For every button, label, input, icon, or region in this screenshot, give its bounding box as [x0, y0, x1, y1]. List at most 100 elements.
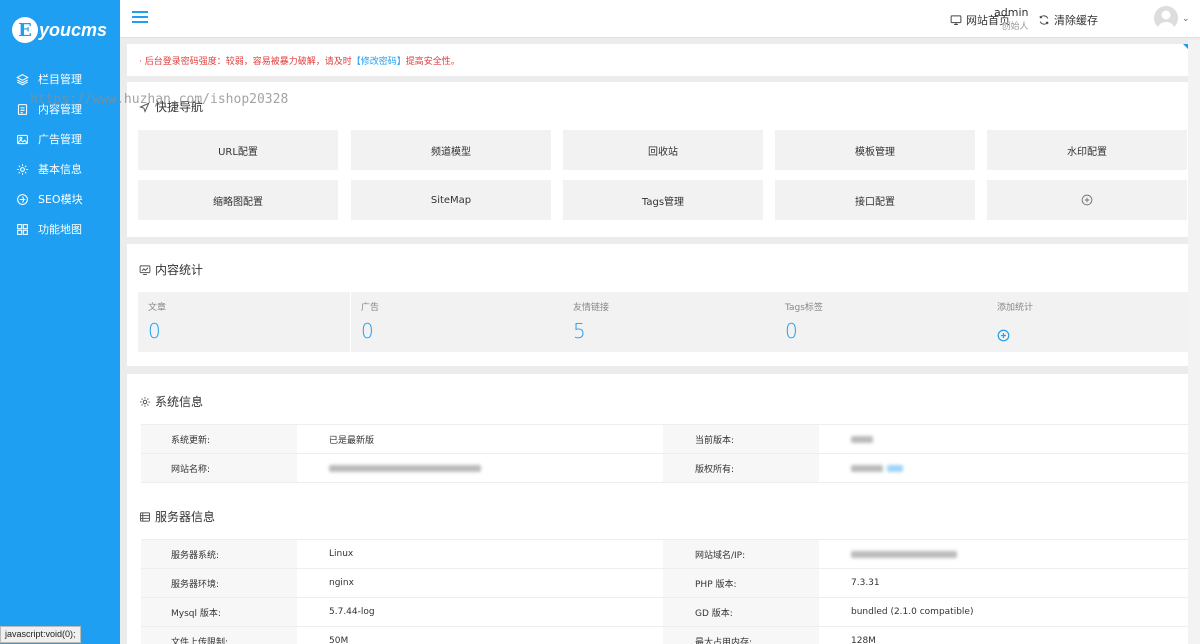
- quick-nav-title: 快捷导航: [139, 98, 203, 115]
- server-info-title: 服务器信息: [139, 508, 215, 525]
- quick-nav-item[interactable]: 模板管理: [775, 130, 975, 170]
- stat-value: 0: [148, 319, 161, 343]
- user-role: 创始人: [1001, 22, 1029, 32]
- table-value: [297, 454, 663, 482]
- plus-circle-icon: [1081, 194, 1093, 206]
- seo-icon: [17, 193, 28, 205]
- menu-toggle-icon[interactable]: [132, 11, 148, 25]
- table-value: [819, 540, 1191, 568]
- logo-mark: E: [12, 17, 38, 43]
- gear-icon: [17, 163, 28, 175]
- quick-nav-panel: 快捷导航 URL配置 频道模型 回收站 模板管理 水印配置 缩略图配置 Site…: [127, 82, 1197, 237]
- table-key: 服务器环境:: [141, 569, 297, 597]
- server-list-icon: [140, 511, 150, 522]
- table-key: 文件上传限制:: [141, 627, 297, 644]
- quick-nav-item[interactable]: URL配置: [138, 130, 338, 170]
- top-bar: 网站首页 清除缓存: [120, 0, 1200, 38]
- clear-cache-link[interactable]: 清除缓存: [1038, 12, 1098, 28]
- compass-icon: [139, 101, 150, 113]
- sidebar: E youcms 栏目管理 内容管理 广告管理 基本信息 SEO模块 功能地图: [0, 0, 120, 644]
- stat-card[interactable]: 广告 0: [351, 292, 563, 352]
- table-row: 网站名称: 版权所有:: [141, 454, 1191, 483]
- change-password-link[interactable]: 【修改密码】: [352, 54, 406, 67]
- table-row: 服务器环境: nginx PHP 版本: 7.3.31: [141, 569, 1191, 598]
- security-alert: · 后台登录密码强度：较弱，容易被暴力破解，请及时 【修改密码】 提高安全性。: [127, 44, 1197, 76]
- table-value: 7.3.31: [851, 578, 880, 588]
- scrollbar[interactable]: [1188, 40, 1200, 644]
- redacted-link[interactable]: [887, 464, 903, 472]
- content-stats-panel: 内容统计 文章 0 广告 0 友情链接 5 Tags标签 0 添加统计: [127, 244, 1199, 366]
- avatar[interactable]: [1154, 6, 1178, 30]
- table-key: 最大占用内存:: [663, 627, 819, 644]
- sidebar-nav: 栏目管理 内容管理 广告管理 基本信息 SEO模块 功能地图: [0, 64, 120, 244]
- section-title-text: 快捷导航: [155, 100, 204, 114]
- sidebar-item-columns[interactable]: 栏目管理: [0, 64, 120, 94]
- gear-icon: [140, 396, 150, 407]
- document-icon: [17, 103, 28, 115]
- chevron-down-icon[interactable]: ⌄: [1182, 14, 1190, 24]
- stat-card[interactable]: 友情链接 5: [563, 292, 775, 352]
- redacted-value: [329, 464, 481, 472]
- quick-nav-item[interactable]: 接口配置: [775, 180, 975, 220]
- table-value: [819, 454, 1191, 482]
- alert-suffix: 提高安全性。: [405, 56, 460, 67]
- sidebar-item-ads[interactable]: 广告管理: [0, 124, 120, 154]
- table-value: [819, 425, 1191, 453]
- table-key: 网站域名/IP:: [663, 540, 819, 568]
- table-value: nginx: [329, 578, 354, 588]
- image-icon: [17, 134, 28, 144]
- stat-label: Tags标签: [785, 303, 823, 313]
- table-key: 系统更新:: [141, 425, 297, 453]
- server-info-table: 服务器系统: Linux 网站域名/IP: 服务器环境: nginx PHP 版…: [141, 539, 1191, 644]
- table-key: PHP 版本:: [663, 569, 819, 597]
- redacted-value: [851, 464, 883, 472]
- table-value: Linux: [329, 549, 354, 559]
- grid-icon: [17, 223, 28, 235]
- refresh-icon: [1039, 15, 1049, 25]
- table-row: 文件上传限制: 50M 最大占用内存: 128M: [141, 627, 1191, 644]
- stat-value: 0: [361, 319, 374, 343]
- table-key: 当前版本:: [663, 425, 819, 453]
- stat-label: 广告: [361, 303, 380, 313]
- stat-card[interactable]: 文章 0: [138, 292, 350, 352]
- table-value: bundled (2.1.0 compatible): [851, 607, 974, 617]
- sidebar-item-label: 栏目管理: [38, 73, 82, 86]
- quick-nav-item[interactable]: 缩略图配置: [138, 180, 338, 220]
- table-key: 版权所有:: [663, 454, 819, 482]
- quick-nav-item[interactable]: 频道模型: [351, 130, 551, 170]
- sidebar-item-basic-info[interactable]: 基本信息: [0, 154, 120, 184]
- sidebar-item-label: 内容管理: [38, 103, 82, 116]
- sidebar-item-content[interactable]: 内容管理: [0, 94, 120, 124]
- add-stat-card[interactable]: 添加统计: [987, 292, 1199, 352]
- sidebar-item-seo[interactable]: SEO模块: [0, 184, 120, 214]
- plus-circle-icon: [997, 327, 1189, 346]
- stat-value: 5: [573, 319, 586, 343]
- add-quick-nav-button[interactable]: [987, 180, 1187, 220]
- sidebar-item-function-map[interactable]: 功能地图: [0, 214, 120, 244]
- quick-nav-item[interactable]: 回收站: [563, 130, 763, 170]
- table-key: Mysql 版本:: [141, 598, 297, 626]
- redacted-value: [851, 550, 957, 558]
- stat-card[interactable]: Tags标签 0: [775, 292, 987, 352]
- system-info-table: 系统更新: 已是最新版 当前版本: 网站名称: 版权所有:: [141, 424, 1191, 483]
- system-info-title: 系统信息: [139, 393, 203, 410]
- table-key: GD 版本:: [663, 598, 819, 626]
- table-key: 网站名称:: [141, 454, 297, 482]
- table-row: 服务器系统: Linux 网站域名/IP:: [141, 540, 1191, 569]
- stat-label: 文章: [148, 303, 167, 313]
- quick-nav-item[interactable]: 水印配置: [987, 130, 1187, 170]
- sidebar-item-label: SEO模块: [38, 193, 83, 206]
- sidebar-item-label: 功能地图: [38, 223, 82, 236]
- logo[interactable]: E youcms: [12, 14, 107, 46]
- stat-value: 0: [785, 319, 798, 343]
- table-value: 50M: [329, 636, 349, 644]
- layers-icon: [16, 73, 29, 85]
- table-value: 已是最新版: [329, 435, 375, 446]
- sidebar-item-label: 广告管理: [38, 133, 82, 146]
- quick-nav-item[interactable]: Tags管理: [563, 180, 763, 220]
- user-menu[interactable]: admin 创始人: [994, 6, 1028, 32]
- stats-title: 内容统计: [139, 261, 203, 278]
- table-value: 5.7.44-log: [329, 607, 375, 617]
- quick-nav-item[interactable]: SiteMap: [351, 180, 551, 220]
- section-title-text: 内容统计: [155, 263, 204, 277]
